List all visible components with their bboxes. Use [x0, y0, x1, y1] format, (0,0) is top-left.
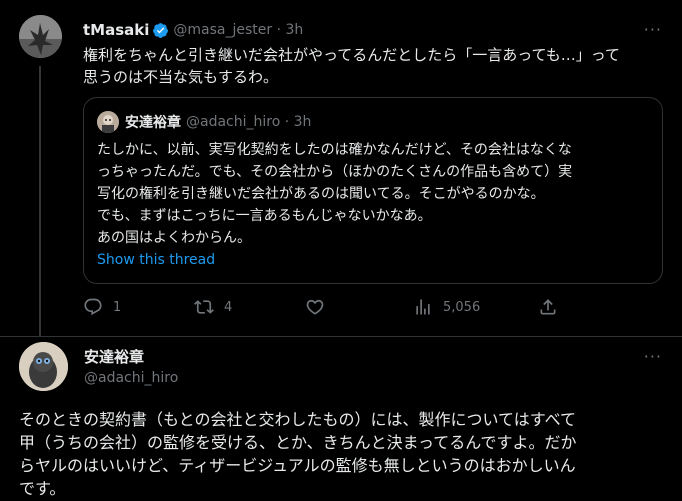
- ellipsis-icon: ···: [643, 20, 662, 39]
- reply-button[interactable]: 1: [83, 297, 121, 317]
- tweet-text: 権利をちゃんと引き継いだ会社がやってるんだとしたら「一言あっても…」って 思うの…: [83, 46, 621, 86]
- quote-header: 安達裕章 @adachi_hiro · 3h: [97, 111, 311, 133]
- divider: [0, 336, 682, 337]
- quote-author-name: 安達裕章: [125, 115, 181, 131]
- heart-icon: [306, 299, 324, 315]
- action-bar: 1 4 5,056: [83, 297, 643, 321]
- quote-time: 3h: [293, 114, 312, 130]
- quote-author-handle: @adachi_hiro: [186, 114, 281, 130]
- author-handle[interactable]: @masa_jester: [173, 22, 272, 38]
- author-name[interactable]: tMasaki: [83, 21, 149, 39]
- tweet-time[interactable]: 3h: [286, 22, 304, 38]
- separator-dot: ·: [280, 114, 294, 130]
- share-button[interactable]: [538, 297, 568, 317]
- analytics-icon: [416, 299, 430, 315]
- reply-icon: [84, 298, 102, 316]
- reply-count: 1: [113, 299, 122, 315]
- share-icon: [540, 299, 556, 315]
- quote-avatar: [97, 111, 119, 133]
- retweet-icon: [194, 300, 214, 314]
- separator-dot: ·: [272, 22, 286, 38]
- retweet-count: 4: [224, 299, 233, 315]
- ellipsis-icon: ···: [643, 347, 662, 366]
- like-button[interactable]: [305, 297, 335, 317]
- author-name[interactable]: 安達裕章: [84, 346, 144, 367]
- thread-line: [39, 66, 41, 336]
- views-count: 5,056: [443, 299, 481, 315]
- quoted-tweet[interactable]: tMasaki @masa_jester · 3h ··· 権利をちゃんと引き継…: [0, 0, 682, 336]
- avatar[interactable]: [19, 15, 62, 58]
- tweet-text: そのときの契約書（もとの会社と交わしたもの）には、製作についてはすべて 甲（うち…: [19, 410, 577, 498]
- more-options-button[interactable]: ···: [644, 20, 662, 39]
- avatar[interactable]: [19, 342, 68, 391]
- more-options-button[interactable]: ···: [644, 347, 662, 366]
- show-thread-link[interactable]: Show this thread: [97, 252, 215, 268]
- retweet-button[interactable]: 4: [194, 297, 232, 317]
- author-handle[interactable]: @adachi_hiro: [84, 370, 178, 386]
- views-button[interactable]: 5,056: [413, 297, 480, 317]
- verified-badge-icon: [153, 22, 169, 38]
- quote-text: たしかに、以前、実写化契約をしたのは確かなんだけど、その会社はなくな っちゃった…: [97, 142, 573, 246]
- quote-card[interactable]: 安達裕章 @adachi_hiro · 3h たしかに、以前、実写化契約をしたの…: [83, 97, 663, 284]
- tweet-header: tMasaki @masa_jester · 3h: [83, 19, 303, 41]
